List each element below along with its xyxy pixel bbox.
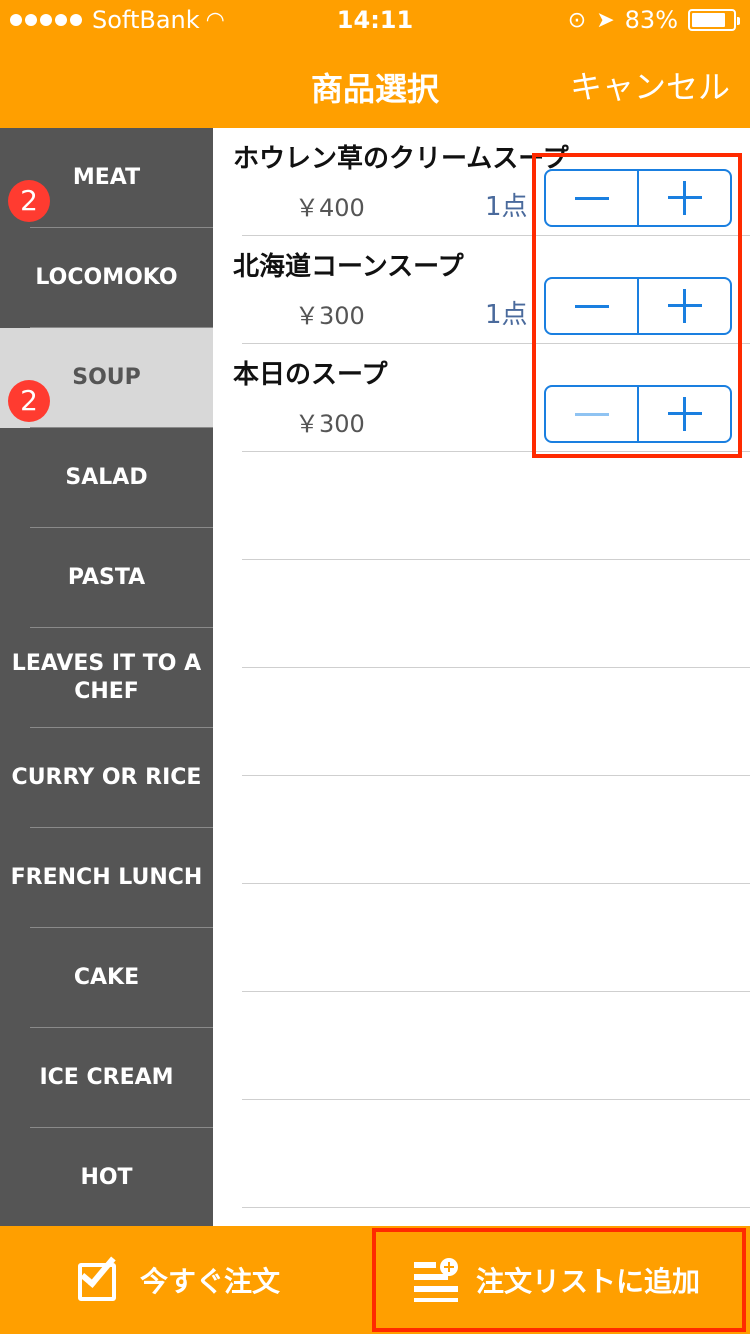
list-add-icon bbox=[414, 1258, 458, 1302]
category-leaves-it-to-a-chef[interactable]: LEAVES IT TO A CHEF bbox=[0, 628, 213, 728]
plus-icon bbox=[667, 181, 702, 215]
count-badge: 2 bbox=[8, 180, 50, 222]
quantity-stepper bbox=[544, 277, 732, 335]
decrement-button[interactable] bbox=[546, 171, 637, 225]
checkbox-icon bbox=[78, 1250, 124, 1303]
increment-button[interactable] bbox=[637, 171, 730, 225]
product-price: ￥400 bbox=[295, 194, 365, 222]
category-pasta[interactable]: PASTA bbox=[0, 528, 213, 628]
product-quantity: 1点 bbox=[485, 192, 528, 222]
minus-icon bbox=[574, 304, 609, 308]
category-label: LOCOMOKO bbox=[35, 265, 178, 290]
category-salad[interactable]: SALAD bbox=[0, 428, 213, 528]
status-right: ⊙ ➤ 83% bbox=[567, 6, 740, 34]
battery-icon bbox=[688, 9, 740, 31]
bottom-toolbar: 今すぐ注文 注文リストに追加 bbox=[0, 1226, 750, 1334]
location-icon: ➤ bbox=[596, 7, 615, 33]
increment-button[interactable] bbox=[637, 387, 730, 441]
category-label: LEAVES IT TO A CHEF bbox=[11, 651, 202, 704]
product-name: ホウレン草のクリームスープ bbox=[233, 144, 569, 174]
status-bar: SoftBank ◠ 14:11 ⊙ ➤ 83% bbox=[0, 0, 750, 40]
category-label: MEAT bbox=[72, 165, 141, 190]
empty-row bbox=[213, 884, 750, 992]
product-list: ホウレン草のクリームスープ ￥400 1点 北海道コーンスープ ￥300 1点 … bbox=[213, 128, 750, 1226]
product-name: 本日のスープ bbox=[233, 360, 388, 390]
minus-icon bbox=[574, 196, 609, 200]
empty-row bbox=[213, 560, 750, 668]
category-soup[interactable]: SOUP 2 bbox=[0, 328, 213, 428]
empty-row bbox=[213, 1100, 750, 1208]
decrement-button[interactable] bbox=[546, 387, 637, 441]
category-locomoko[interactable]: LOCOMOKO bbox=[0, 228, 213, 328]
category-curry-or-rice[interactable]: CURRY OR RICE bbox=[0, 728, 213, 828]
empty-row bbox=[213, 668, 750, 776]
empty-row bbox=[213, 776, 750, 884]
category-ice-cream[interactable]: ICE CREAM bbox=[0, 1028, 213, 1128]
category-label: CAKE bbox=[73, 965, 140, 990]
category-label: HOT bbox=[80, 1165, 133, 1190]
product-quantity: 1点 bbox=[485, 300, 528, 330]
minus-icon bbox=[574, 412, 609, 416]
product-row: 北海道コーンスープ ￥300 1点 bbox=[213, 236, 750, 344]
nav-bar: 商品選択 キャンセル bbox=[0, 40, 750, 128]
plus-icon bbox=[667, 397, 702, 431]
row-divider bbox=[242, 1207, 750, 1208]
category-sidebar: MEAT 2 LOCOMOKO SOUP 2 SALAD PASTA LEAVE… bbox=[0, 128, 213, 1228]
category-cake[interactable]: CAKE bbox=[0, 928, 213, 1028]
category-label: SOUP bbox=[72, 365, 141, 390]
category-label: SALAD bbox=[65, 465, 148, 490]
category-label: FRENCH LUNCH bbox=[10, 865, 203, 890]
category-meat[interactable]: MEAT 2 bbox=[0, 128, 213, 228]
increment-button[interactable] bbox=[637, 279, 730, 333]
category-label: CURRY OR RICE bbox=[11, 765, 202, 790]
plus-icon bbox=[667, 289, 702, 323]
order-now-button[interactable]: 今すぐ注文 bbox=[78, 1226, 280, 1334]
product-price: ￥300 bbox=[295, 302, 365, 330]
product-row: ホウレン草のクリームスープ ￥400 1点 bbox=[213, 128, 750, 236]
count-badge: 2 bbox=[8, 380, 50, 422]
rotation-lock-icon: ⊙ bbox=[567, 7, 587, 33]
quantity-stepper bbox=[544, 169, 732, 227]
order-now-label: 今すぐ注文 bbox=[140, 1265, 281, 1298]
empty-row bbox=[213, 452, 750, 560]
category-hot[interactable]: HOT bbox=[0, 1128, 213, 1228]
add-to-list-label: 注文リストに追加 bbox=[476, 1265, 701, 1298]
product-price: ￥300 bbox=[295, 410, 365, 438]
empty-row bbox=[213, 992, 750, 1100]
quantity-stepper bbox=[544, 385, 732, 443]
product-row: 本日のスープ ￥300 bbox=[213, 344, 750, 452]
category-french-lunch[interactable]: FRENCH LUNCH bbox=[0, 828, 213, 928]
category-label: PASTA bbox=[67, 565, 146, 590]
cancel-button[interactable]: キャンセル bbox=[570, 62, 730, 108]
category-label: ICE CREAM bbox=[39, 1065, 174, 1090]
decrement-button[interactable] bbox=[546, 279, 637, 333]
battery-percent: 83% bbox=[624, 6, 678, 34]
add-to-list-button[interactable]: 注文リストに追加 bbox=[414, 1226, 700, 1334]
product-name: 北海道コーンスープ bbox=[233, 252, 464, 282]
